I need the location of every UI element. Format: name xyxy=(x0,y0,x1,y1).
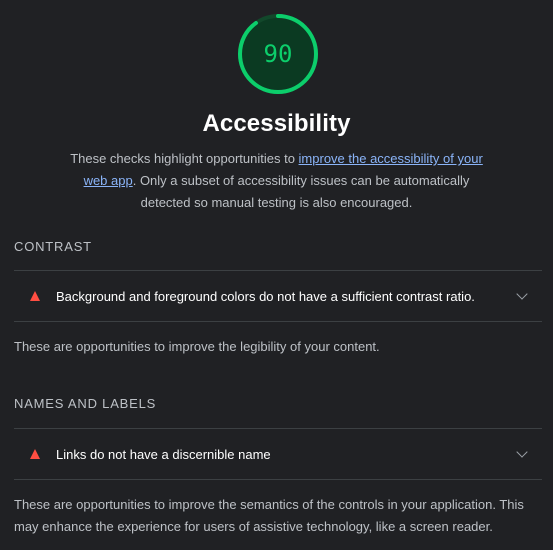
category-description: These checks highlight opportunities to … xyxy=(60,148,493,214)
group-title-contrast: CONTRAST xyxy=(14,239,92,254)
score-gauge[interactable]: 90 xyxy=(237,13,319,95)
category-title: Accessibility xyxy=(202,110,351,137)
group-description-contrast: These are opportunities to improve the l… xyxy=(14,339,380,354)
chevron-down-icon[interactable] xyxy=(516,446,528,458)
audit-color-contrast[interactable]: Background and foreground colors do not … xyxy=(14,271,542,321)
group-description-names-labels: These are opportunities to improve the s… xyxy=(14,497,524,534)
divider xyxy=(14,479,542,480)
audit-title: Links do not have a discernible name xyxy=(56,446,271,462)
warning-triangle-icon xyxy=(30,449,40,459)
group-title-names-labels: NAMES AND LABELS xyxy=(14,396,157,411)
audit-title: Background and foreground colors do not … xyxy=(56,288,475,304)
audit-link-name[interactable]: Links do not have a discernible name xyxy=(14,429,542,479)
accessibility-report: 90 Accessibility These checks highlight … xyxy=(0,0,553,550)
score-value: 90 xyxy=(263,40,293,68)
chevron-down-icon[interactable] xyxy=(516,288,528,300)
description-text-end: . Only a subset of accessibility issues … xyxy=(132,173,470,210)
description-text-start: These checks highlight opportunities to xyxy=(70,151,299,166)
warning-triangle-icon xyxy=(30,291,40,301)
divider xyxy=(14,321,542,322)
